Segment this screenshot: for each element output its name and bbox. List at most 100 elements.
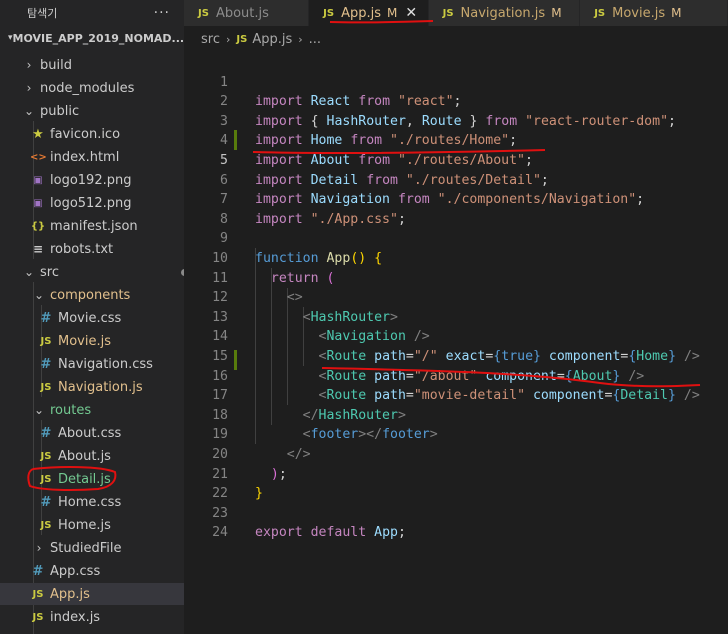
tree-label: StudiedFile [50, 540, 122, 556]
tree-label: Movie.js [58, 333, 111, 349]
star-icon: ★ [32, 126, 44, 142]
code-line: 12 <HashRouter> [184, 269, 728, 325]
tree-file-robots[interactable]: ≡ robots.txt [0, 238, 184, 260]
tree-label: robots.txt [50, 241, 114, 257]
close-icon[interactable]: ✕ [405, 5, 417, 21]
tree-label: routes [50, 402, 92, 418]
js-file-icon: JS [236, 33, 248, 45]
js-file-icon: JS [40, 335, 52, 347]
tree-file-about-css[interactable]: # About.css [0, 422, 184, 444]
json-file-icon: {} [30, 220, 46, 232]
code-line: 5 import Detail from "./routes/Detail"; [184, 131, 728, 188]
tree-file-movie-js[interactable]: JS Movie.js M [0, 330, 184, 352]
tree-label: logo192.png [50, 172, 132, 188]
tree-label: favicon.ico [50, 126, 121, 142]
tab-movie-js[interactable]: JS Movie.js M [580, 0, 728, 26]
code-editor[interactable]: 1 import React from "react"; 2 import { … [184, 52, 728, 634]
tree-folder-studiedfile[interactable]: › StudiedFile [0, 537, 184, 559]
code-line: 14 <Route path="/" exact={true} componen… [184, 308, 728, 364]
tree-folder-routes[interactable]: ⌄ routes [0, 399, 184, 421]
tree-label: Navigation.js [58, 379, 143, 395]
tree-file-detail-js[interactable]: JS Detail.js U [0, 468, 184, 490]
code-line: 1 import React from "react"; [184, 53, 728, 110]
js-file-icon: JS [40, 473, 52, 485]
css-file-icon: # [40, 356, 52, 372]
code-line: 22 [184, 465, 728, 501]
tab-modified-badge: M [671, 6, 682, 20]
tree-file-index-html[interactable]: <> index.html [0, 146, 184, 168]
js-file-icon: JS [32, 611, 44, 623]
code-line: 7 import "./App.css"; [184, 171, 728, 227]
code-line: 4 import About from "./routes/About"; [184, 112, 728, 168]
chevron-down-icon: ⌄ [33, 288, 45, 302]
tree-folder-public[interactable]: ⌄ public [0, 100, 184, 122]
code-line: 21 } [184, 445, 728, 502]
tree-file-app-css[interactable]: # App.css [0, 560, 184, 582]
tree-label: Navigation.css [58, 356, 153, 372]
tree-file-manifest[interactable]: {} manifest.json [0, 215, 184, 237]
tree-file-about-js[interactable]: JS About.js [0, 445, 184, 467]
tree-folder-build[interactable]: › build [0, 54, 184, 76]
tree-file-navigation-css[interactable]: # Navigation.css [0, 353, 184, 375]
chevron-down-icon: ⌄ [33, 403, 45, 417]
tree-label: src [40, 264, 59, 280]
chevron-down-icon: ⌄ [23, 104, 35, 118]
tree-label: index.js [50, 609, 101, 625]
breadcrumb-folder[interactable]: src [201, 32, 220, 47]
tree-label: Detail.js [58, 471, 111, 487]
tree-label: Home.css [58, 494, 122, 510]
tree-file-app-js[interactable]: JS App.js M [0, 583, 184, 605]
css-file-icon: # [40, 310, 52, 326]
image-file-icon: ▣ [33, 197, 43, 209]
tree-folder-components[interactable]: ⌄ components [0, 284, 184, 306]
tab-label: Navigation.js [460, 5, 546, 21]
tree-file-navigation-js[interactable]: JS Navigation.js M [0, 376, 184, 398]
tab-app-js[interactable]: JS App.js M ✕ [309, 0, 429, 26]
code-line: 3 import Home from "./routes/Home"; [184, 92, 728, 149]
tree-file-logo512[interactable]: ▣ logo512.png [0, 192, 184, 214]
chevron-right-icon: › [298, 32, 303, 46]
editor-tab-bar: JS About.js JS App.js M ✕ JS Navigation.… [184, 0, 728, 26]
tab-about-js[interactable]: JS About.js [184, 0, 310, 26]
js-file-icon: JS [198, 7, 209, 19]
tab-navigation-js[interactable]: JS Navigation.js M [428, 0, 581, 26]
code-line: 20 ); [184, 425, 728, 482]
tree-label: logo512.png [50, 195, 132, 211]
code-line: 6 import Navigation from "./components/N… [184, 151, 728, 208]
tree-label: components [50, 287, 131, 303]
tree-label: manifest.json [50, 218, 138, 234]
code-text: export default App; [255, 525, 406, 541]
project-name: MOVIE_APP_2019_NOMAD... [12, 31, 184, 45]
more-actions-icon[interactable]: ··· [154, 5, 170, 21]
tree-folder-node-modules[interactable]: › node_modules [0, 77, 184, 99]
tree-file-logo192[interactable]: ▣ logo192.png [0, 169, 184, 191]
tree-label: build [40, 57, 72, 73]
chevron-right-icon: › [225, 32, 231, 46]
code-line: 11 <> [184, 249, 728, 306]
breadcrumb-symbol[interactable]: ... [309, 32, 321, 47]
tree-label: Movie.css [58, 310, 122, 326]
explorer-header: 탐색기 ··· [0, 0, 184, 26]
tree-file-movie-css[interactable]: # Movie.css [0, 307, 184, 329]
tree-label: About.js [58, 448, 111, 464]
css-file-icon: # [40, 494, 52, 510]
js-file-icon: JS [323, 7, 335, 19]
chevron-right-icon: › [26, 58, 32, 72]
tab-label: App.js [341, 5, 381, 21]
tree-folder-src[interactable]: ⌄ src [0, 261, 184, 283]
tree-label: App.css [50, 563, 101, 579]
tree-file-home-js[interactable]: JS Home.js [0, 514, 184, 536]
breadcrumb-file[interactable]: App.js [252, 32, 292, 47]
tree-file-index-js[interactable]: JS index.js [0, 606, 184, 628]
tree-label: index.html [50, 149, 120, 165]
tree-file-home-css[interactable]: # Home.css [0, 491, 184, 513]
line-number: 24 [212, 525, 228, 541]
tree-file-favicon[interactable]: ★ favicon.ico [0, 123, 184, 145]
css-file-icon: # [40, 425, 52, 441]
tab-label: About.js [215, 5, 269, 21]
project-root[interactable]: ▾ MOVIE_APP_2019_NOMAD... [0, 26, 184, 50]
js-file-icon: JS [40, 519, 52, 531]
explorer-sidebar: 탐색기 ··· ▾ MOVIE_APP_2019_NOMAD... › buil… [0, 0, 184, 634]
js-file-icon: JS [442, 7, 454, 19]
explorer-title: 탐색기 [27, 7, 58, 20]
